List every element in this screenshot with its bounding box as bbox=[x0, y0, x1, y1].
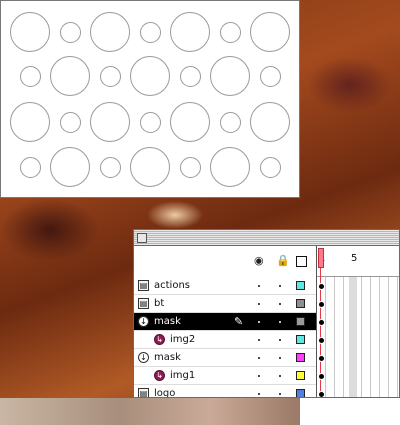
circle-large[interactable] bbox=[10, 102, 50, 142]
circle-large[interactable] bbox=[90, 102, 130, 142]
keyframe[interactable] bbox=[318, 391, 325, 397]
lock-toggle[interactable] bbox=[279, 303, 281, 305]
circle-small[interactable] bbox=[19, 65, 41, 87]
circle-small[interactable] bbox=[139, 111, 161, 133]
layer-name: img2 bbox=[170, 334, 196, 345]
eye-icon[interactable]: ◉ bbox=[254, 255, 264, 266]
circle-large[interactable] bbox=[90, 12, 130, 52]
circle-small[interactable] bbox=[99, 65, 121, 87]
circle-small[interactable] bbox=[19, 156, 41, 178]
circle-small[interactable] bbox=[179, 156, 201, 178]
circle-large[interactable] bbox=[250, 102, 290, 142]
frame-column-5 bbox=[349, 277, 357, 397]
outline-square-icon[interactable] bbox=[296, 256, 307, 267]
circle-small[interactable] bbox=[259, 65, 281, 87]
layer-row-mask[interactable]: ↓ mask ✎ bbox=[134, 313, 316, 331]
timeline-titlebar[interactable] bbox=[134, 230, 399, 246]
frame-number-5: 5 bbox=[351, 253, 358, 264]
circle-large[interactable] bbox=[10, 12, 50, 52]
circle-large[interactable] bbox=[170, 102, 210, 142]
bottom-photo-strip bbox=[0, 398, 300, 425]
keyframe[interactable] bbox=[318, 373, 325, 380]
circle-large[interactable] bbox=[170, 12, 210, 52]
lock-toggle[interactable] bbox=[279, 285, 281, 287]
masked-layer-icon: ↳ bbox=[154, 370, 165, 381]
lock-toggle[interactable] bbox=[279, 375, 281, 377]
layer-name: mask bbox=[154, 316, 181, 327]
visibility-toggle[interactable] bbox=[258, 339, 260, 341]
visibility-toggle[interactable] bbox=[258, 357, 260, 359]
lock-toggle[interactable] bbox=[279, 357, 281, 359]
circle-small[interactable] bbox=[59, 111, 81, 133]
circle-large[interactable] bbox=[50, 147, 90, 187]
outline-color-swatch[interactable] bbox=[296, 335, 305, 344]
outline-color-swatch[interactable] bbox=[296, 281, 305, 290]
circle-large[interactable] bbox=[130, 147, 170, 187]
pencil-icon: ✎ bbox=[234, 315, 244, 328]
lock-toggle[interactable] bbox=[279, 321, 281, 323]
layer-name: img1 bbox=[170, 370, 196, 381]
keyframe[interactable] bbox=[318, 337, 325, 344]
lock-toggle[interactable] bbox=[279, 339, 281, 341]
timeline-panel: ◉ 🔒 ▤ actions ▤ bt ↓ mask ✎ ↳ img2 ↓ mask ↳ img1 ▤ log… bbox=[133, 229, 400, 398]
circle-large[interactable] bbox=[210, 147, 250, 187]
circle-large[interactable] bbox=[130, 56, 170, 96]
layer-name: actions bbox=[154, 280, 190, 291]
layer-icon: ▤ bbox=[138, 280, 149, 291]
mask-layer-icon: ↓ bbox=[138, 352, 149, 363]
visibility-toggle[interactable] bbox=[258, 393, 260, 395]
layer-row-actions[interactable]: ▤ actions bbox=[134, 277, 316, 295]
circle-small[interactable] bbox=[179, 65, 201, 87]
frame-ruler[interactable]: 1 5 bbox=[317, 246, 399, 277]
circle-small[interactable] bbox=[219, 21, 241, 43]
keyframe[interactable] bbox=[318, 355, 325, 362]
close-box-icon[interactable] bbox=[137, 233, 147, 243]
circle-small[interactable] bbox=[99, 156, 121, 178]
stage-canvas[interactable] bbox=[0, 0, 300, 198]
keyframe[interactable] bbox=[318, 283, 325, 290]
outline-color-swatch[interactable] bbox=[296, 353, 305, 362]
masked-layer-icon: ↳ bbox=[154, 334, 165, 345]
layer-name: logo bbox=[154, 388, 176, 398]
visibility-toggle[interactable] bbox=[258, 321, 260, 323]
playhead[interactable] bbox=[318, 248, 324, 268]
frames-area[interactable]: 1 5 bbox=[316, 246, 399, 397]
outline-color-swatch[interactable] bbox=[296, 317, 305, 326]
outline-color-swatch[interactable] bbox=[296, 371, 305, 380]
visibility-toggle[interactable] bbox=[258, 303, 260, 305]
circle-large[interactable] bbox=[210, 56, 250, 96]
outline-color-swatch[interactable] bbox=[296, 389, 305, 397]
visibility-toggle[interactable] bbox=[258, 375, 260, 377]
outline-color-swatch[interactable] bbox=[296, 299, 305, 308]
layer-icon: ▤ bbox=[138, 298, 149, 309]
keyframe[interactable] bbox=[318, 319, 325, 326]
layer-row-img1[interactable]: ↳ img1 bbox=[134, 367, 316, 385]
circle-small[interactable] bbox=[139, 21, 161, 43]
layer-icon: ▤ bbox=[138, 388, 149, 398]
layer-row-img2[interactable]: ↳ img2 bbox=[134, 331, 316, 349]
layer-name: bt bbox=[154, 298, 165, 309]
lock-toggle[interactable] bbox=[279, 393, 281, 395]
layer-row-bt[interactable]: ▤ bt bbox=[134, 295, 316, 313]
circle-small[interactable] bbox=[219, 111, 241, 133]
circle-large[interactable] bbox=[250, 12, 290, 52]
circle-large[interactable] bbox=[50, 56, 90, 96]
keyframe[interactable] bbox=[318, 301, 325, 308]
layer-row-logo[interactable]: ▤ logo bbox=[134, 385, 316, 398]
mask-layer-icon: ↓ bbox=[138, 316, 149, 327]
visibility-toggle[interactable] bbox=[258, 285, 260, 287]
circle-small[interactable] bbox=[59, 21, 81, 43]
circle-small[interactable] bbox=[259, 156, 281, 178]
layer-row-mask[interactable]: ↓ mask bbox=[134, 349, 316, 367]
lock-icon[interactable]: 🔒 bbox=[276, 255, 290, 266]
layer-name: mask bbox=[154, 352, 181, 363]
